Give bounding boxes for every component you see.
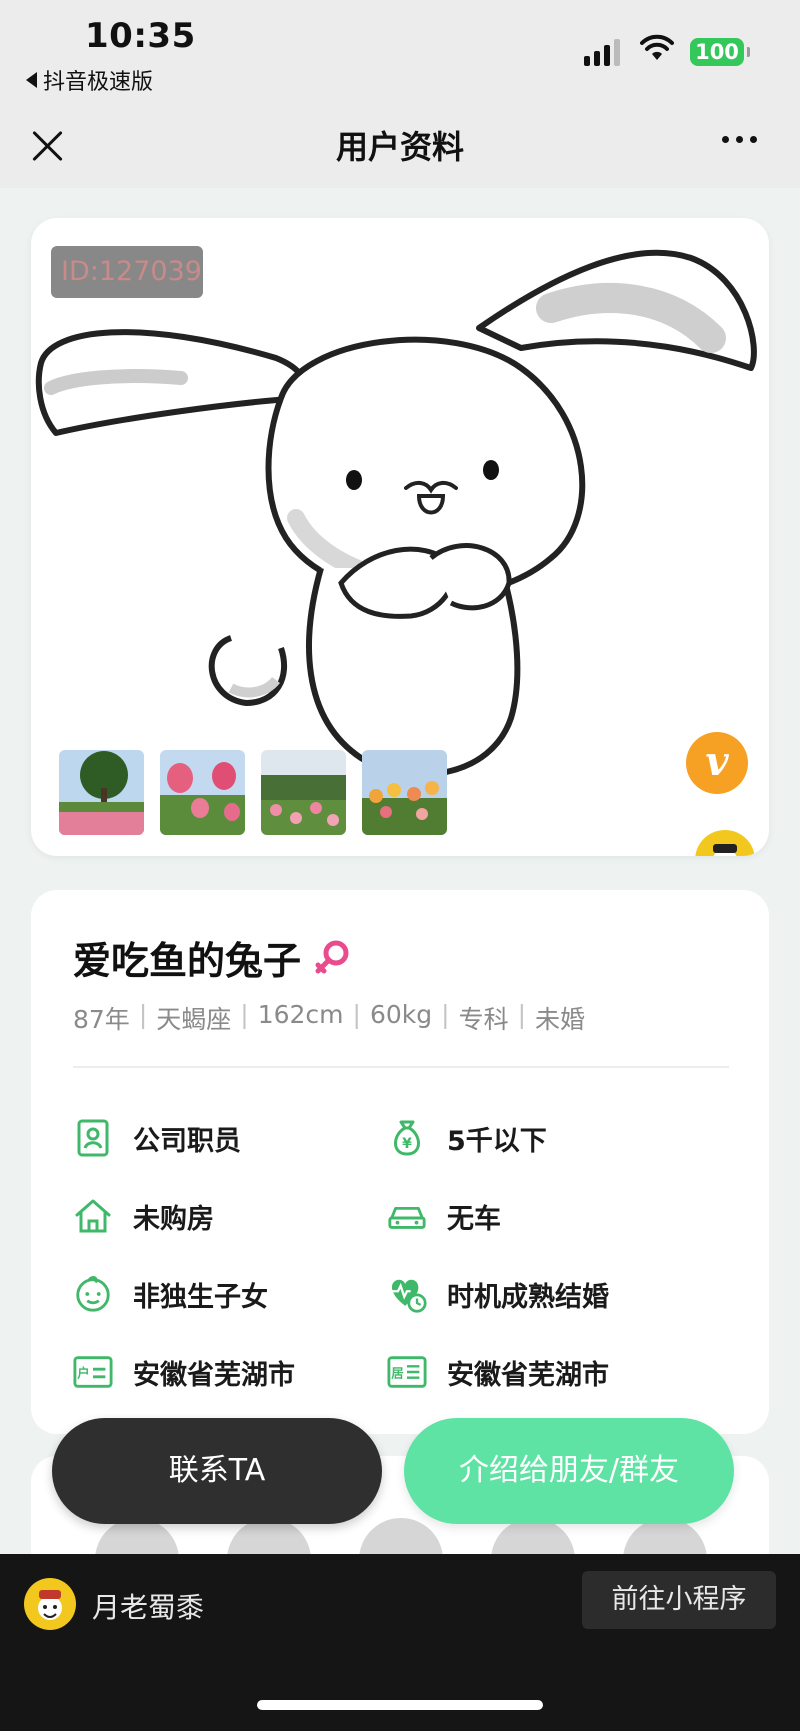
separator: | [352, 1000, 361, 1029]
status-time: 10:35 [85, 16, 196, 56]
photo-thumbnail[interactable] [362, 750, 447, 835]
back-app-label: 抖音极速版 [43, 70, 154, 95]
nickname-row: 爱吃鱼的兔子 [73, 930, 353, 985]
height: 162cm [257, 1000, 344, 1029]
attr-marriage-plan: 时机成熟结婚 [387, 1274, 609, 1314]
car-icon [387, 1196, 427, 1236]
open-mini-program-button[interactable]: 前往小程序 [582, 1571, 776, 1629]
photo-thumbnails [59, 750, 447, 835]
attr-occupation: 公司职员 [73, 1118, 241, 1158]
female-icon [315, 940, 349, 973]
attr-car: 无车 [387, 1196, 501, 1236]
wifi-icon [640, 34, 674, 60]
attr-label: 安徽省芜湖市 [133, 1359, 295, 1391]
svg-text:¥: ¥ [402, 1136, 412, 1152]
home-indicator[interactable] [257, 1700, 543, 1710]
nickname: 爱吃鱼的兔子 [73, 939, 302, 983]
attr-label: 非独生子女 [133, 1281, 268, 1313]
attr-hukou: 户 安徽省芜湖市 [73, 1352, 295, 1392]
back-triangle-icon [26, 72, 37, 88]
child-face-icon [73, 1274, 113, 1314]
hukou-card-icon: 户 [73, 1352, 113, 1392]
zodiac: 天蝎座 [156, 1005, 232, 1034]
attr-label: 无车 [447, 1203, 501, 1235]
separator: | [240, 1000, 249, 1029]
residence-prefix-glyph: 居 [391, 1367, 403, 1381]
attr-label: 公司职员 [133, 1125, 241, 1157]
hukou-prefix-glyph: 户 [76, 1366, 89, 1381]
status-bar: 10:35 抖音极速版 100 [0, 0, 800, 110]
profile-photo-card[interactable]: ID:127039 v [31, 218, 769, 856]
page-title: 用户资料 [335, 128, 464, 166]
back-to-app-link[interactable]: 抖音极速版 [26, 64, 153, 96]
attr-income: ¥ 5千以下 [387, 1118, 547, 1158]
attr-residence: 居 安徽省芜湖市 [387, 1352, 609, 1392]
separator: | [441, 1000, 450, 1029]
introduce-button[interactable]: 介绍给朋友/群友 [404, 1418, 734, 1524]
attr-housing: 未购房 [73, 1196, 214, 1236]
attr-only-child: 非独生子女 [73, 1274, 268, 1314]
separator: | [517, 1000, 527, 1029]
residence-card-icon: 居 [387, 1352, 427, 1392]
attr-label: 时机成熟结婚 [447, 1281, 609, 1313]
attr-label: 安徽省芜湖市 [447, 1359, 609, 1391]
battery-indicator: 100 [690, 38, 750, 66]
birth-year: 87年 [73, 1005, 130, 1034]
separator: | [138, 1000, 148, 1029]
attr-label: 未购房 [133, 1203, 214, 1235]
divider [73, 1066, 729, 1068]
basic-info-line: 87年 | 天蝎座 | 162cm | 60kg | 专科 | 未婚 [73, 1000, 585, 1036]
money-bag-icon: ¥ [387, 1118, 427, 1158]
id-badge-icon [73, 1118, 113, 1158]
user-id-tag: ID:127039 [51, 246, 203, 298]
marital-status: 未婚 [535, 1005, 586, 1034]
photo-thumbnail[interactable] [261, 750, 346, 835]
attr-label: 5千以下 [447, 1125, 547, 1157]
verified-badge-icon: v [686, 732, 748, 794]
profile-info-card: 爱吃鱼的兔子 87年 | 天蝎座 | 162cm | 60kg | 专科 | 未婚 公司职… [31, 890, 769, 1434]
cellular-signal-icon [584, 38, 620, 66]
mini-program-name: 月老蜀黍 [92, 1591, 205, 1624]
education: 专科 [458, 1005, 509, 1034]
contact-button[interactable]: 联系TA [52, 1418, 382, 1524]
photo-thumbnail[interactable] [59, 750, 144, 835]
more-options-icon[interactable] [722, 136, 757, 143]
heart-clock-icon [387, 1274, 427, 1314]
mini-program-logo-icon [24, 1578, 76, 1630]
nav-bar: 用户资料 [0, 110, 800, 188]
photo-thumbnail[interactable] [160, 750, 245, 835]
weight: 60kg [369, 1000, 433, 1029]
house-icon [73, 1196, 113, 1236]
